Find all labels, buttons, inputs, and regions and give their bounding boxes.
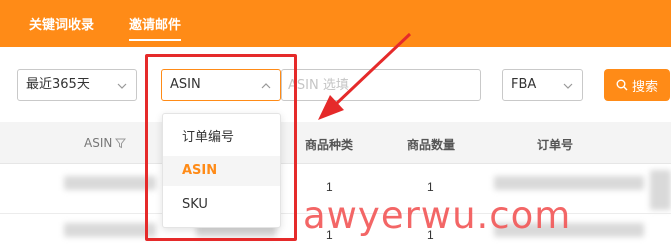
- filter-icon[interactable]: [115, 138, 127, 149]
- search-icon: [616, 79, 628, 91]
- tab-keyword-index[interactable]: 关键词收录: [29, 14, 94, 33]
- table-cell-qty: 1: [427, 180, 434, 194]
- column-header-asin[interactable]: ASIN: [84, 136, 127, 150]
- annotation-highlight-box: [145, 54, 297, 241]
- blurred-asin-cell: [64, 176, 156, 190]
- blurred-order-cell: [494, 176, 644, 190]
- fulfillment-select[interactable]: FBA: [502, 69, 583, 101]
- blurred-asin-cell: [64, 223, 156, 237]
- column-header-product-kinds: 商品种类: [305, 138, 354, 152]
- date-range-select[interactable]: 最近365天: [17, 69, 137, 101]
- column-header-asin-label: ASIN: [84, 136, 113, 150]
- search-button-label: 搜索: [631, 79, 658, 95]
- chevron-down-icon: [117, 83, 127, 89]
- watermark-text: awyerwu.com: [303, 194, 572, 237]
- top-nav-bar: 关键词收录 邀请邮件: [0, 0, 671, 47]
- table-header: ASIN 商品种类 商品数量 订单号: [0, 122, 671, 164]
- column-header-order-no: 订单号: [537, 138, 574, 152]
- column-header-product-qty: 商品数量: [407, 138, 456, 152]
- tab-invite-email[interactable]: 邀请邮件: [129, 14, 182, 41]
- search-button[interactable]: 搜索: [604, 69, 670, 101]
- chevron-down-icon: [563, 83, 573, 89]
- table-cell-kinds: 1: [326, 180, 333, 194]
- fulfillment-value: FBA: [511, 77, 537, 92]
- asin-input[interactable]: [281, 69, 481, 101]
- blurred-cell: [650, 170, 671, 210]
- date-range-value: 最近365天: [26, 77, 90, 92]
